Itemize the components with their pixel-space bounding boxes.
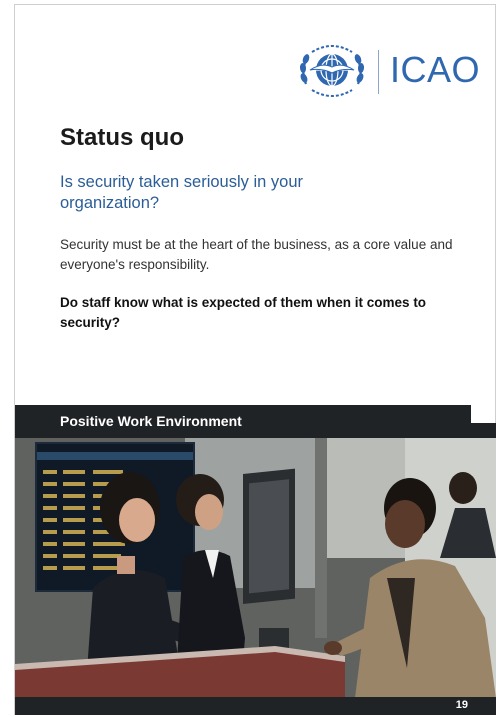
photo-illustration (15, 438, 496, 698)
logo-divider (378, 50, 379, 94)
section-banner: Positive Work Environment (15, 405, 471, 438)
subtitle-question: Is security taken seriously in your orga… (60, 173, 304, 212)
page-number: 19 (455, 699, 468, 711)
page-title: Status quo (60, 124, 184, 151)
icao-logo: ICAO (294, 40, 484, 104)
icao-emblem-icon (299, 45, 365, 97)
footer-bar: 19 (15, 697, 496, 715)
body-paragraph: Security must be at the heart of the bus… (60, 237, 453, 272)
banner-edge (471, 423, 496, 438)
logo-wordmark: ICAO (390, 49, 481, 90)
airport-check-in-photo (15, 438, 496, 698)
emphasis-question: Do staff know what is expected of them w… (60, 295, 427, 330)
